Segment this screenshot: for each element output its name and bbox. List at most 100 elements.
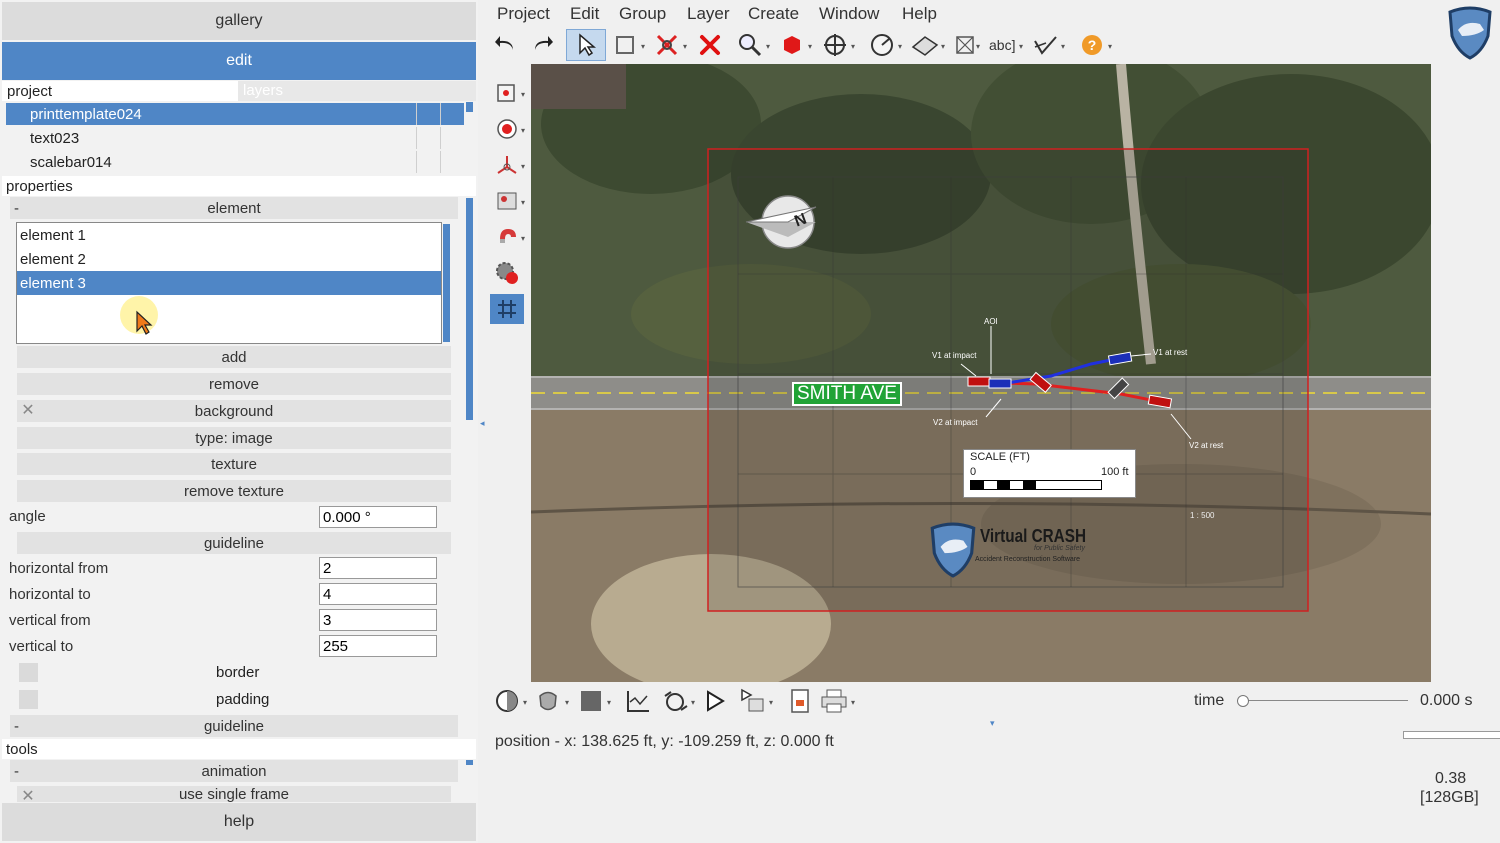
element-group-header[interactable]: - element (10, 197, 458, 219)
list-item[interactable]: element 3 (17, 271, 441, 295)
collapse-toggle[interactable]: - (14, 763, 19, 780)
menu-window[interactable]: Window (819, 4, 879, 24)
scale-bar[interactable]: SCALE (FT) 0 100 ft (963, 449, 1136, 498)
element-list-scrollbar[interactable] (443, 224, 450, 342)
collapse-toggle[interactable]: - (14, 718, 19, 735)
brand-name: Virtual CRASH (980, 526, 1086, 546)
position-readout: position - x: 138.625 ft, y: -109.259 ft… (495, 733, 834, 750)
horizontal-to-label: horizontal to (9, 586, 91, 603)
time-slider-track[interactable] (1242, 700, 1408, 701)
vertical-to-input[interactable] (319, 635, 437, 657)
play-icon[interactable] (700, 686, 730, 716)
gallery-button[interactable]: gallery (2, 2, 476, 40)
aerial-map-image (531, 64, 1431, 682)
menu-help[interactable]: Help (902, 4, 937, 24)
axes-icon[interactable] (490, 150, 524, 180)
tree-item-text[interactable]: text023 (6, 127, 464, 149)
remove-button[interactable]: remove (17, 373, 451, 395)
report-icon[interactable] (785, 686, 815, 716)
surface-icon[interactable] (910, 30, 940, 60)
left-panel: gallery edit project layers printtemplat… (0, 0, 478, 843)
guideline-group-header[interactable]: - guideline (10, 715, 458, 737)
horizontal-from-label: horizontal from (9, 560, 109, 577)
cube-icon[interactable] (777, 30, 807, 60)
annotation-aoi: AOI (984, 317, 998, 326)
unchecked-x-icon[interactable]: ✕ (19, 402, 37, 420)
tab-layers[interactable]: layers (238, 81, 476, 101)
type-selector[interactable]: type: image (17, 427, 451, 449)
color-fill-icon[interactable] (576, 686, 606, 716)
scene-viewport[interactable]: SMITH AVE N AOI V1 at impact V1 at rest … (531, 64, 1431, 682)
print-icon[interactable] (819, 686, 849, 716)
expand-panel-arrow-icon[interactable]: ▾ (990, 718, 995, 729)
menu-edit[interactable]: Edit (570, 4, 599, 24)
texture-button[interactable]: texture (17, 453, 451, 475)
time-slider-handle[interactable] (1237, 695, 1249, 707)
list-item[interactable]: element 1 (17, 223, 441, 247)
horizontal-to-input[interactable] (319, 583, 437, 605)
chart-icon[interactable] (623, 686, 653, 716)
play-step-icon[interactable] (738, 686, 768, 716)
background-label: background (194, 402, 274, 420)
list-item[interactable]: element 2 (17, 247, 441, 271)
magnet-icon[interactable] (490, 222, 524, 252)
physics-icon[interactable] (660, 686, 690, 716)
remove-texture-button[interactable]: remove texture (17, 480, 451, 502)
properties-scrollbar[interactable] (466, 198, 473, 420)
add-button[interactable]: add (17, 346, 451, 368)
undo-icon[interactable] (491, 30, 521, 60)
menu-layer[interactable]: Layer (687, 4, 730, 24)
tree-item-printtemplate[interactable]: printtemplate024 (6, 103, 464, 125)
move-icon[interactable] (820, 30, 850, 60)
material-icon[interactable] (533, 686, 563, 716)
shading-icon[interactable] (492, 686, 522, 716)
scale-ruler (970, 480, 1102, 490)
single-frame-toggle[interactable]: ✕ use single frame (17, 786, 451, 802)
mouse-cursor-icon (136, 310, 153, 335)
select-arrow-icon[interactable] (566, 29, 606, 61)
redo-icon[interactable] (527, 30, 557, 60)
brand-logo-icon (930, 522, 976, 578)
guideline-button[interactable]: guideline (17, 532, 451, 554)
app-logo-icon (1448, 6, 1492, 60)
camera-view-icon[interactable] (490, 78, 524, 108)
zoom-icon[interactable] (735, 30, 765, 60)
delete-x-icon[interactable] (695, 30, 725, 60)
version-label: 0.38 (1435, 770, 1467, 787)
help-button[interactable]: help (2, 803, 476, 841)
border-checkbox[interactable] (19, 663, 38, 682)
unchecked-x-icon[interactable]: ✕ (19, 788, 37, 802)
padding-checkbox[interactable] (19, 690, 38, 709)
image-layer-icon[interactable] (490, 186, 524, 216)
rectangle-select-icon[interactable] (610, 30, 640, 60)
tree-item-scalebar[interactable]: scalebar014 (6, 151, 464, 173)
record-icon[interactable] (490, 114, 524, 144)
vertical-from-input[interactable] (319, 609, 437, 631)
grid-toggle-icon[interactable] (490, 294, 524, 324)
scale-title: SCALE (FT) (970, 451, 1030, 463)
collapse-panel-arrow-icon[interactable]: ◂ (480, 418, 485, 429)
group-title: animation (201, 762, 267, 780)
collapse-toggle[interactable]: - (14, 200, 19, 217)
memory-label: [128GB] (1420, 789, 1479, 806)
animation-group-header[interactable]: - animation (10, 760, 458, 782)
text-icon[interactable]: abc] (989, 37, 1015, 53)
background-toggle[interactable]: ✕ background (17, 400, 451, 422)
settings-record-icon[interactable] (490, 258, 524, 288)
measure-icon[interactable] (867, 30, 897, 60)
path-icon[interactable] (1030, 30, 1060, 60)
tools-scrollbar[interactable] (466, 760, 473, 765)
menu-project[interactable]: Project (497, 4, 550, 24)
horizontal-from-input[interactable] (319, 557, 437, 579)
unlink-icon[interactable] (652, 30, 682, 60)
tab-project[interactable]: project (2, 83, 238, 100)
help-icon[interactable]: ? (1077, 30, 1107, 60)
menu-create[interactable]: Create (748, 4, 799, 24)
tree-scrollbar[interactable] (466, 102, 473, 112)
angle-input[interactable] (319, 506, 437, 528)
angle-label: angle (9, 508, 46, 525)
edit-button[interactable]: edit (2, 42, 476, 80)
menu-group[interactable]: Group (619, 4, 666, 24)
tree-item-label: printtemplate024 (30, 105, 142, 123)
street-label: SMITH AVE (792, 382, 902, 406)
